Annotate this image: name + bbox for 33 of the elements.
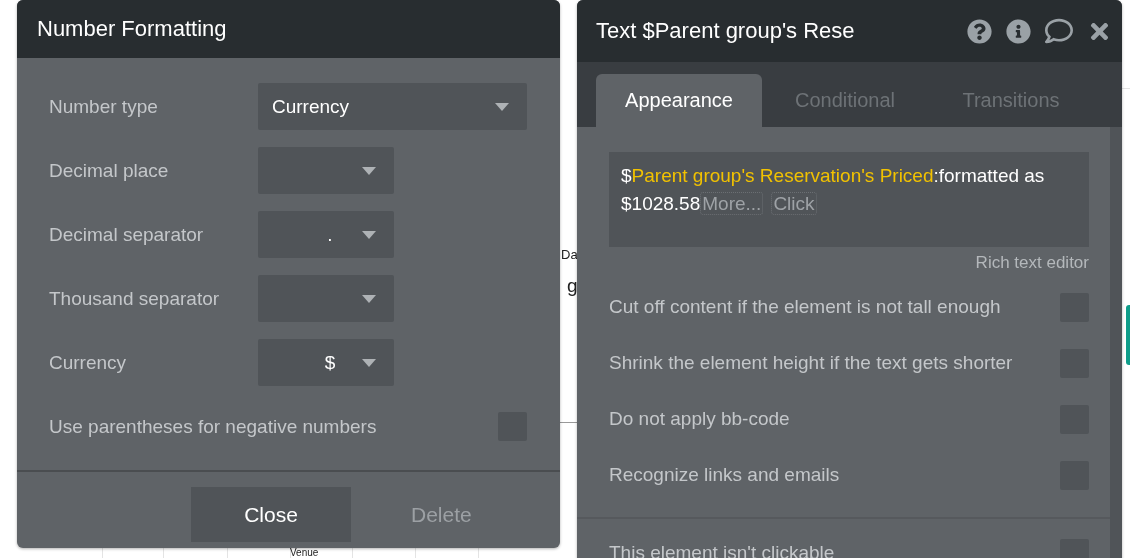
tab[interactable]: Appearance [596,74,762,127]
scroll-marker [1126,305,1130,365]
info-icon[interactable] [1006,18,1031,44]
canvas-text: Da [561,248,578,261]
canvas-text: Venue [290,548,319,558]
dropdown[interactable] [258,275,394,322]
caret-icon [495,102,509,111]
option-label: Shrink the element height if the text gets shorter [609,352,1013,374]
help-icon[interactable] [967,18,992,44]
scrollbar[interactable] [1110,127,1122,558]
panel-title: Text $Parent group's Rese [596,18,855,44]
canvas-text: g [567,276,578,295]
caret-icon [362,166,376,175]
dropdown[interactable]: Currency [258,83,527,130]
option-label: Recognize links and emails [609,464,840,486]
field-label: Number type [49,95,158,117]
field-label: Decimal separator [49,223,204,245]
caret-icon [362,230,376,239]
field-label: Decimal place [49,159,169,181]
option-label: Cut off content if the element is not tall enough [609,296,1001,318]
panel-title: Number Formatting [37,16,227,42]
dropdown[interactable]: $ [258,339,394,386]
comment-icon[interactable] [1045,17,1073,45]
caret-icon [362,358,376,367]
field-label: Use parentheses for negative numbers [49,415,377,438]
dropdown[interactable]: . [258,211,394,258]
field-label: Thousand separator [49,287,220,309]
expression-field[interactable]: $Parent group's Reservation's Priced:formatted as $1028.58More... Click [609,152,1089,247]
caret-icon [362,294,376,303]
close-button[interactable]: Close [191,487,351,542]
dropdown[interactable] [258,147,394,194]
option-label: Do not apply bb-code [609,408,790,430]
field-label: Currency [49,351,127,373]
